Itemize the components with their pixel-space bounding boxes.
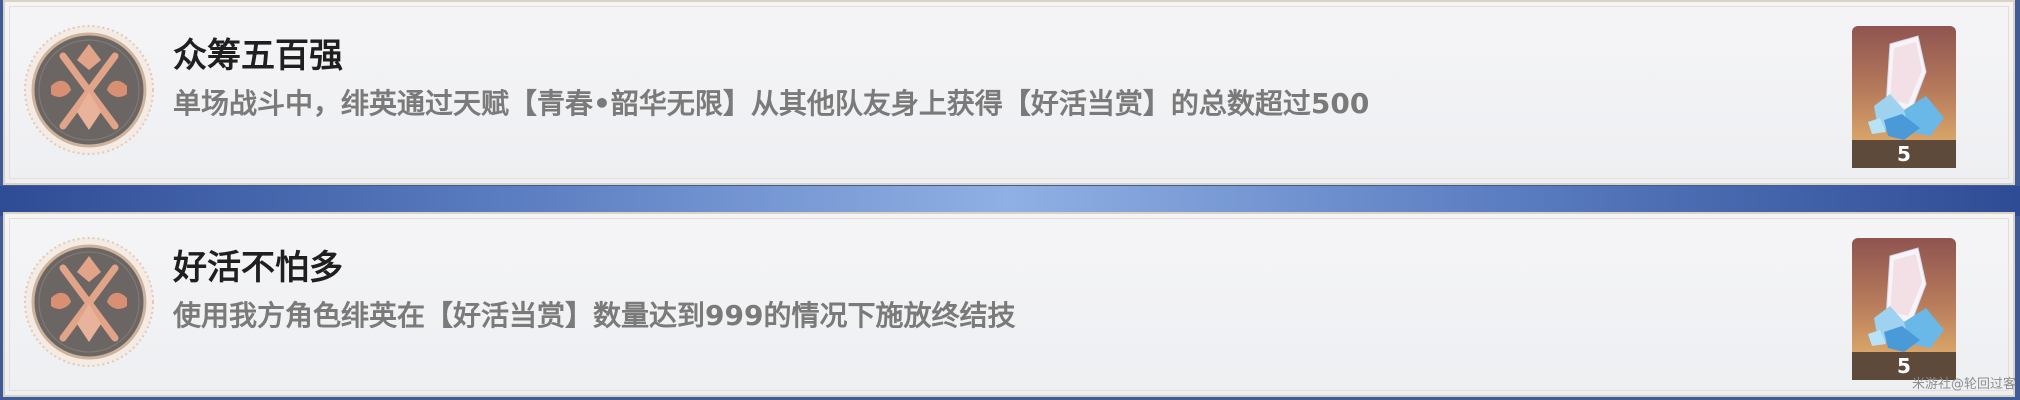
reward-item[interactable]: 5 <box>1852 238 1956 380</box>
reward-item[interactable]: 5 <box>1852 26 1956 168</box>
achievement-description: 单场战斗中，绯英通过天赋【青春•韶华无限】从其他队友身上获得【好活当赏】的总数超… <box>173 87 1370 120</box>
achievement-card: 好活不怕多 使用我方角色绯英在【好活当赏】数量达到999的情况下施放终结技 5 <box>3 212 2015 397</box>
achievement-title: 众筹五百强 <box>173 36 343 76</box>
stellar-jade-icon <box>1868 247 1944 352</box>
crossed-oars-badge-icon <box>24 237 154 367</box>
reward-count: 5 <box>1852 140 1956 168</box>
achievement-card: 众筹五百强 单场战斗中，绯英通过天赋【青春•韶华无限】从其他队友身上获得【好活当… <box>3 0 2015 185</box>
achievement-title: 好活不怕多 <box>173 248 343 288</box>
crossed-oars-badge-icon <box>24 25 154 155</box>
achievement-description: 使用我方角色绯英在【好活当赏】数量达到999的情况下施放终结技 <box>173 299 1016 332</box>
watermark: 米游社@轮回过客 <box>1912 377 2017 392</box>
stellar-jade-icon <box>1868 35 1944 140</box>
